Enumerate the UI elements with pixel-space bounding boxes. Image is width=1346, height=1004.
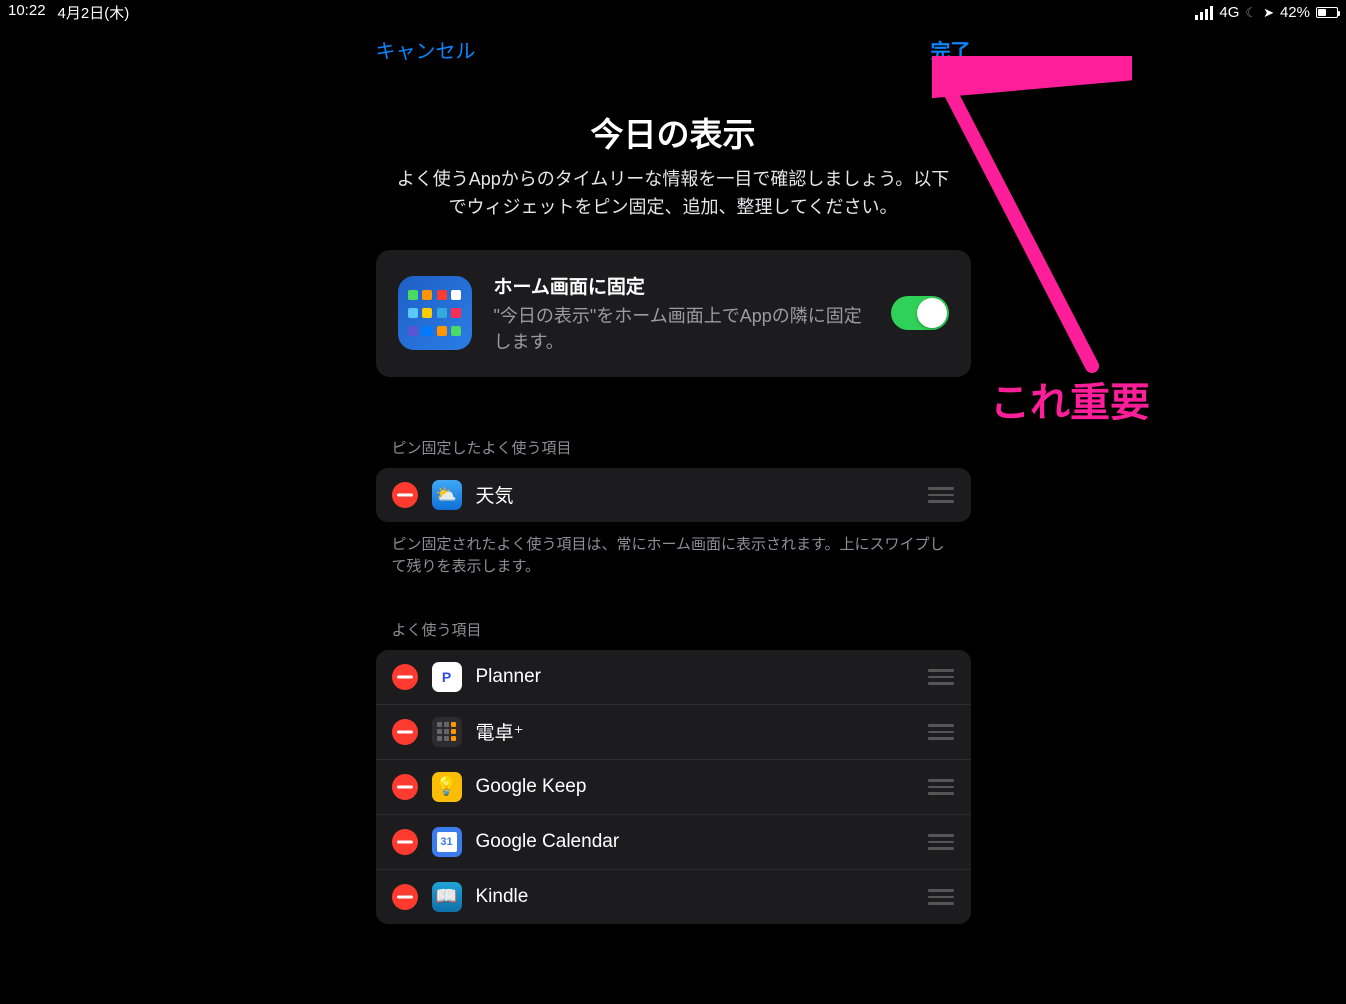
pin-on-home-card: ホーム画面に固定 "今日の表示"をホーム画面上でAppの隣に固定します。 — [376, 250, 971, 377]
remove-button[interactable] — [392, 884, 418, 910]
weather-icon: ⛅ — [432, 480, 462, 510]
list-item: 💡 Google Keep — [376, 759, 971, 814]
list-item-label: Planner — [476, 666, 913, 688]
list-item: 31 Google Calendar — [376, 814, 971, 869]
list-item-label: 天気 — [476, 481, 913, 508]
kindle-icon: 📖 — [432, 882, 462, 912]
reorder-handle-icon[interactable] — [927, 669, 955, 685]
reorder-handle-icon[interactable] — [927, 724, 955, 740]
list-item: P Planner — [376, 650, 971, 704]
list-item: 電卓⁺ — [376, 704, 971, 759]
reorder-handle-icon[interactable] — [927, 487, 955, 503]
section-header-favorites: よく使う項目 — [376, 619, 971, 640]
google-calendar-icon: 31 — [432, 827, 462, 857]
pin-card-desc: "今日の表示"をホーム画面上でAppの隣に固定します。 — [494, 303, 869, 355]
remove-button[interactable] — [392, 664, 418, 690]
reorder-handle-icon[interactable] — [927, 889, 955, 905]
list-item: 📖 Kindle — [376, 869, 971, 924]
pin-on-home-toggle[interactable] — [891, 296, 949, 330]
pinned-list: ⛅ 天気 — [376, 468, 971, 522]
remove-button[interactable] — [392, 482, 418, 508]
home-screen-icon — [398, 276, 472, 350]
page-title: 今日の表示 — [376, 108, 971, 156]
network-label: 4G — [1219, 4, 1239, 21]
status-time: 10:22 — [8, 2, 46, 23]
list-item-label: 電卓⁺ — [476, 718, 913, 745]
remove-button[interactable] — [392, 719, 418, 745]
page-description: よく使うAppからのタイムリーな情報を一目で確認しましょう。以下でウィジェットを… — [388, 166, 958, 222]
location-icon: ➤ — [1263, 5, 1274, 21]
reorder-handle-icon[interactable] — [927, 834, 955, 850]
status-date: 4月2日(木) — [58, 2, 130, 23]
battery-pct: 42% — [1280, 4, 1310, 21]
dnd-moon-icon: ☾ — [1245, 5, 1257, 21]
annotation-text: これ重要 — [990, 370, 1150, 428]
list-item-label: Kindle — [476, 886, 913, 908]
planner-icon: P — [432, 662, 462, 692]
remove-button[interactable] — [392, 829, 418, 855]
nav-bar: キャンセル 完了 — [376, 25, 971, 74]
battery-icon — [1316, 7, 1338, 18]
calculator-icon — [432, 717, 462, 747]
done-button[interactable]: 完了 — [931, 35, 971, 64]
section-header-pinned: ピン固定したよく使う項目 — [376, 437, 971, 458]
list-item-label: Google Calendar — [476, 831, 913, 853]
pin-card-title: ホーム画面に固定 — [494, 272, 869, 299]
list-item: ⛅ 天気 — [376, 468, 971, 522]
cancel-button[interactable]: キャンセル — [376, 35, 476, 64]
pin-card-text: ホーム画面に固定 "今日の表示"をホーム画面上でAppの隣に固定します。 — [494, 272, 869, 355]
list-item-label: Google Keep — [476, 776, 913, 798]
remove-button[interactable] — [392, 774, 418, 800]
section-footer-pinned: ピン固定されたよく使う項目は、常にホーム画面に表示されます。上にスワイプして残り… — [376, 522, 971, 579]
favorites-list: P Planner 電卓⁺ 💡 Google Keep 31 Google Ca… — [376, 650, 971, 924]
signal-icon — [1195, 6, 1213, 20]
google-keep-icon: 💡 — [432, 772, 462, 802]
reorder-handle-icon[interactable] — [927, 779, 955, 795]
status-bar: 10:22 4月2日(木) 4G ☾ ➤ 42% — [0, 0, 1346, 25]
